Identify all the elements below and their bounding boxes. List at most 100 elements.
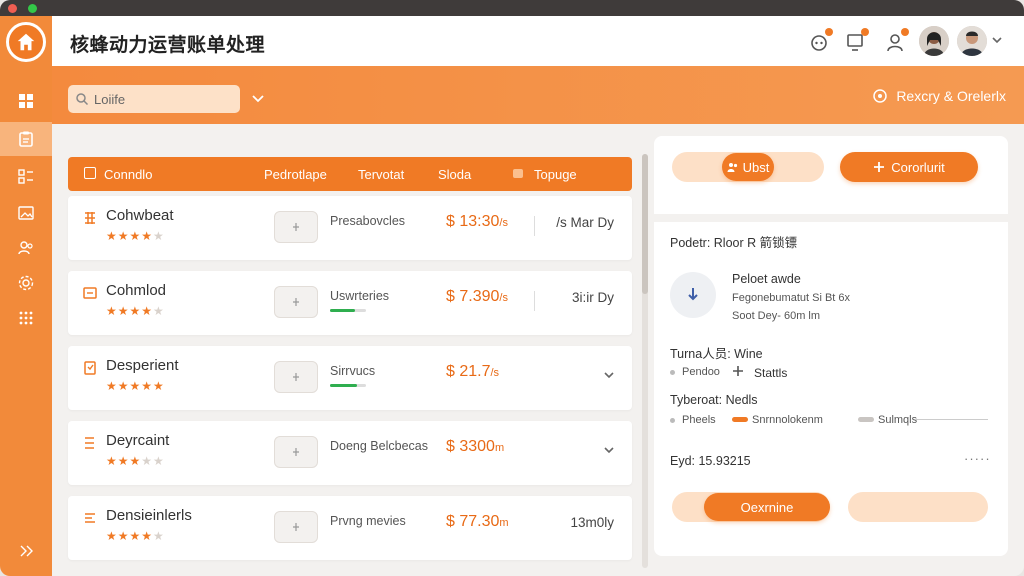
user-button[interactable]: Ubst	[672, 152, 824, 182]
app-window: 核蜂动力运营账单处理 Rexcry & Orelerlx	[0, 0, 1024, 576]
page-title: 核蜂动力运营账单处理	[70, 35, 266, 56]
legend-swatch-orange	[732, 417, 748, 422]
close-window-button[interactable]	[8, 4, 17, 13]
row-description: Uswrteries	[330, 289, 390, 303]
detail-line: Soot Dey- 60m lm	[732, 310, 821, 322]
plus-icon[interactable]	[732, 365, 744, 377]
row-type-icon	[85, 437, 94, 449]
row-type-icon	[83, 287, 97, 299]
column-header[interactable]: Tervotat	[358, 167, 404, 182]
select-all-checkbox[interactable]	[84, 167, 96, 179]
scrollbar-thumb[interactable]	[642, 154, 648, 294]
row-date: /s Mar Dy	[556, 215, 614, 230]
recovery-overview-link[interactable]: Rexcry & Orelerlx	[872, 88, 1006, 104]
create-button[interactable]: Cororlurit	[840, 152, 978, 182]
plus-icon	[293, 298, 299, 306]
plus-icon	[293, 373, 299, 381]
bullet-icon	[670, 418, 675, 423]
sidebar-item-users[interactable]	[0, 231, 52, 265]
toolbar: Rexcry & Orelerlx	[52, 66, 1024, 124]
refresh-icon	[873, 89, 888, 103]
clipboard-icon	[19, 131, 33, 147]
row-date: 13m0ly	[570, 515, 614, 530]
table-row[interactable]: Densieinlerls ★★★★★ Prvng mevies $ 77.30m 13…	[68, 496, 632, 560]
column-header[interactable]: Topuge	[534, 167, 577, 182]
secondary-button[interactable]: Oexrnine	[672, 492, 830, 522]
tag-icon	[512, 167, 524, 182]
more-options-button[interactable]: ·····	[964, 451, 991, 466]
chevron-down-icon[interactable]	[602, 368, 616, 382]
pheals-label: Pheels	[682, 414, 716, 426]
table-row[interactable]: Cohwbeat ★★★★★ Presabovcles $ 13:30/s/s Mar…	[68, 196, 632, 260]
row-price: $ 7.390/s	[446, 288, 508, 305]
progress-bar	[330, 384, 366, 387]
confirm-button-label: Oexrnine	[740, 499, 794, 515]
legend-label: Snrnnolokenm	[752, 414, 823, 426]
column-header[interactable]: Conndlo	[104, 167, 152, 182]
chevron-down-icon[interactable]	[602, 443, 616, 457]
table-row[interactable]: Deyrcaint ★★★★★ Doeng Belcbecas $ 3300m	[68, 421, 632, 485]
sidebar-item-bills[interactable]	[0, 122, 52, 156]
table-row[interactable]: Desperient ★★★★★ Sirrvucs $ 21.7/s	[68, 346, 632, 410]
sidebar-item-media[interactable]	[0, 196, 52, 230]
sidebar-collapse[interactable]	[0, 534, 52, 568]
pendoo-label: Pendoo	[682, 366, 720, 378]
row-action-button[interactable]	[274, 211, 318, 243]
list-scrollbar[interactable]	[642, 154, 648, 568]
sidebar-item-apps[interactable]	[0, 301, 52, 335]
arrow-line	[916, 419, 988, 420]
avatar[interactable]	[957, 26, 987, 56]
row-price: $ 77.30m	[446, 513, 509, 530]
column-header[interactable]: Pedrotlape	[264, 167, 327, 182]
collapse-icon	[20, 545, 33, 557]
chevron-down-icon[interactable]	[990, 33, 1004, 47]
detail-title: Peloet awde	[732, 272, 801, 286]
ai-assistant-button[interactable]	[808, 28, 833, 53]
plus-icon	[874, 162, 885, 172]
row-name: Densieinlerls	[106, 507, 192, 524]
sidebar-item-list[interactable]	[0, 160, 52, 194]
rating-stars: ★★★★★	[106, 304, 165, 318]
plus-icon	[293, 448, 299, 456]
row-price: $ 21.7/s	[446, 363, 500, 380]
title-bar	[0, 0, 1024, 16]
row-date: 3i:ir Dy	[571, 290, 614, 305]
sidebar-item-dashboard[interactable]	[0, 84, 52, 118]
panel-divider	[654, 214, 1008, 222]
column-header[interactable]: Sloda	[438, 167, 471, 182]
row-type-icon	[85, 513, 95, 523]
search-input[interactable]	[94, 89, 234, 109]
notification-badge	[901, 28, 909, 36]
users-icon	[18, 241, 33, 255]
detail-line: Fegonebumatut Si Bt 6x	[732, 292, 851, 304]
messages-button[interactable]	[844, 28, 869, 53]
recovery-overview-label: Rexcry & Orelerlx	[896, 88, 1006, 104]
search-box[interactable]	[68, 85, 240, 113]
column-divider	[534, 291, 535, 311]
table-row[interactable]: Cohmlod ★★★★★ Uswrteries $ 7.390/s 3i:ir Dy	[68, 271, 632, 335]
maximize-window-button[interactable]	[28, 4, 37, 13]
sidebar-item-settings[interactable]	[0, 266, 52, 300]
row-action-button[interactable]	[274, 511, 318, 543]
row-action-button[interactable]	[274, 436, 318, 468]
download-icon-badge[interactable]	[670, 272, 716, 318]
rating-stars: ★★★★★	[106, 529, 165, 543]
eyed-value: Eyd: 15.93215	[670, 454, 751, 468]
image-icon	[18, 206, 34, 220]
home-logo[interactable]	[6, 22, 46, 62]
create-button-label: Cororlurit	[891, 159, 945, 175]
detail-panel: Ubst Cororlurit Podetr: Rloor R 箭锁镖 Pelo…	[654, 136, 1008, 556]
row-type-icon	[85, 212, 95, 224]
avatar[interactable]	[919, 26, 949, 56]
cancel-button[interactable]	[848, 492, 988, 522]
list-icon	[18, 169, 33, 184]
row-action-button[interactable]	[274, 361, 318, 393]
row-price: $ 3300m	[446, 438, 505, 455]
row-action-button[interactable]	[274, 286, 318, 318]
tybrood-label: Tyberoat: Nedls	[670, 393, 758, 407]
grid-icon	[19, 94, 33, 108]
chevron-down-icon[interactable]	[250, 90, 266, 106]
row-name: Desperient	[106, 357, 179, 374]
support-button[interactable]	[884, 28, 909, 53]
gear-icon	[18, 275, 34, 291]
